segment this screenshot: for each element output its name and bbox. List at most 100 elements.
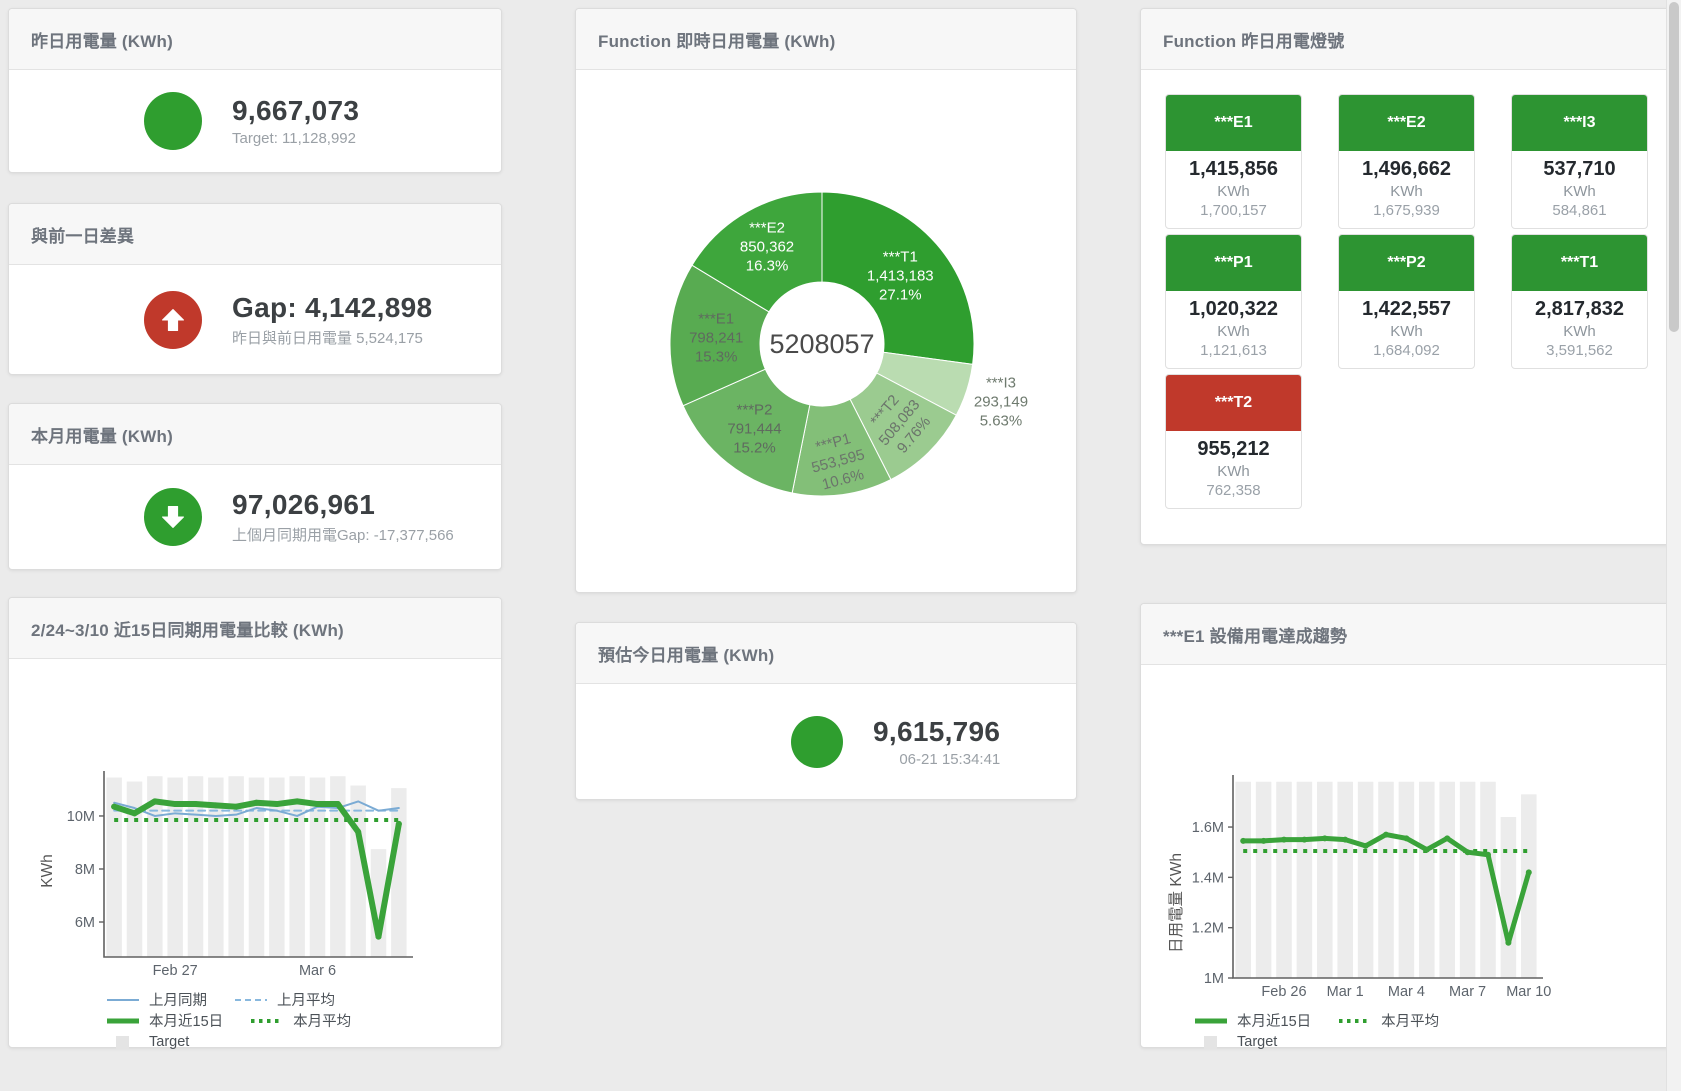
compare-line-chart[interactable]: 6M8M10MFeb 27Mar 6KWh [9, 659, 501, 984]
legend-item-Target[interactable]: Target [105, 1034, 189, 1050]
series-point[interactable] [355, 829, 361, 835]
y-tick-label: 1.6M [1192, 820, 1224, 836]
series-point[interactable] [1281, 837, 1287, 843]
tile-target-value: 1,121,613 [1170, 342, 1297, 359]
series-point[interactable] [1240, 838, 1246, 844]
series-point[interactable] [1526, 869, 1532, 875]
status-tile-T1: ***T12,817,832KWh3,591,562 [1511, 234, 1648, 369]
series-point[interactable] [213, 802, 219, 808]
series-point[interactable] [132, 810, 138, 816]
status-tile-T2: ***T2955,212KWh762,358 [1165, 374, 1302, 509]
series-point[interactable] [315, 801, 321, 807]
series-point[interactable] [193, 801, 199, 807]
card-e1-trend-chart: ***E1 設備用電達成趨勢 1M1.2M1.4M1.6MFeb 26Mar 1… [1140, 603, 1670, 1048]
vertical-scrollbar[interactable] [1666, 0, 1681, 1091]
series-point[interactable] [1261, 838, 1267, 844]
series-point[interactable] [1383, 832, 1389, 838]
series-point[interactable] [1424, 847, 1430, 853]
series-point[interactable] [111, 804, 117, 810]
legend-item-本月近15日[interactable]: 本月近15日 [1193, 1010, 1311, 1031]
day-gap-sub: 昨日與前日用電量 5,524,175 [232, 327, 432, 348]
card-header: 2/24~3/10 近15日同期用電量比較 (KWh) [9, 598, 501, 659]
legend-swatch [105, 993, 141, 1007]
legend-item-Target[interactable]: Target [1193, 1034, 1277, 1050]
y-tick-label: 1.4M [1192, 870, 1224, 886]
target-bar[interactable] [1358, 782, 1374, 978]
y-tick-label: 8M [75, 862, 95, 878]
series-point[interactable] [335, 801, 341, 807]
target-bar[interactable] [1419, 782, 1435, 978]
tile-unit: KWh [1170, 183, 1297, 200]
series-point[interactable] [1485, 852, 1491, 858]
tile-unit: KWh [1516, 183, 1643, 200]
target-bar[interactable] [1501, 817, 1517, 978]
series-point[interactable] [294, 798, 300, 804]
series-point[interactable] [172, 801, 178, 807]
tile-value: 1,415,856 [1170, 158, 1297, 181]
card-header: 本月用電量 (KWh) [9, 404, 501, 465]
x-tick-label: Mar 1 [1327, 984, 1364, 1000]
legend-item-上月平均[interactable]: 上月平均 [233, 989, 335, 1010]
series-point[interactable] [1505, 940, 1511, 946]
arrow-up-icon [158, 305, 188, 335]
legend-item-本月平均[interactable]: 本月平均 [249, 1010, 351, 1031]
series-point[interactable] [1322, 835, 1328, 841]
series-point[interactable] [1363, 843, 1369, 849]
month-usage-value: 97,026,961 [232, 489, 454, 521]
target-bar[interactable] [1297, 782, 1313, 978]
card-title: Function 即時日用電量 (KWh) [598, 27, 835, 52]
card-header: 與前一日差異 [9, 204, 501, 265]
x-tick-label: Mar 4 [1388, 984, 1425, 1000]
y-tick-label: 1M [1204, 971, 1224, 987]
status-tile-E1: ***E1 1,415,856 KWh 1,700,157 [1165, 94, 1302, 229]
scrollbar-thumb[interactable] [1669, 2, 1679, 332]
tile-unit: KWh [1170, 323, 1297, 340]
target-bar[interactable] [391, 788, 406, 957]
series-point[interactable] [254, 800, 260, 806]
legend-label: 本月近15日 [149, 1010, 223, 1031]
legend-label: 上月同期 [149, 989, 207, 1010]
series-point[interactable] [1465, 849, 1471, 855]
target-bar[interactable] [1439, 782, 1455, 978]
e1-trend-line-chart[interactable]: 1M1.2M1.4M1.6MFeb 26Mar 1Mar 4Mar 7Mar 1… [1141, 665, 1669, 1005]
status-tile-P2: ***P21,422,557KWh1,684,092 [1338, 234, 1475, 369]
tile-label: ***E1 [1166, 95, 1301, 151]
series-point[interactable] [396, 821, 402, 827]
tile-unit: KWh [1343, 323, 1470, 340]
card-day-gap: 與前一日差異 Gap: 4,142,898 昨日與前日用電量 5,524,175 [8, 203, 502, 375]
target-bar[interactable] [1378, 782, 1394, 978]
status-tile-E2: ***E21,496,662KWh1,675,939 [1338, 94, 1475, 229]
realtime-donut-chart[interactable]: ***T11,413,18327.1%***I3293,1495.63%***T… [576, 70, 1076, 592]
series-point[interactable] [274, 801, 280, 807]
y-tick-label: 1.2M [1192, 921, 1224, 937]
target-bar[interactable] [1460, 782, 1476, 978]
target-bar[interactable] [1337, 782, 1353, 978]
series-point[interactable] [1301, 837, 1307, 843]
estimate-today-timestamp: 06-21 15:34:41 [873, 751, 1000, 768]
svg-text:***I3293,1495.63%: ***I3293,1495.63% [974, 375, 1028, 430]
card-header: 昨日用電量 (KWh) [9, 9, 501, 70]
target-bar[interactable] [1235, 782, 1251, 978]
status-tiles-grid: ***E1 1,415,856 KWh 1,700,157 ***E21,496,662… [1141, 70, 1669, 509]
legend-item-本月平均[interactable]: 本月平均 [1337, 1010, 1439, 1031]
target-bar[interactable] [1399, 782, 1415, 978]
card-realtime-donut: Function 即時日用電量 (KWh) ***T11,413,18327.1… [575, 8, 1077, 593]
series-point[interactable] [1342, 837, 1348, 843]
series-point[interactable] [1444, 835, 1450, 841]
legend-item-本月近15日[interactable]: 本月近15日 [105, 1010, 223, 1031]
donut-slice-label: ***I3293,1495.63% [974, 375, 1028, 430]
series-point[interactable] [1403, 835, 1409, 841]
target-bar[interactable] [1276, 782, 1292, 978]
legend-item-上月同期[interactable]: 上月同期 [105, 989, 207, 1010]
tile-target-value: 584,861 [1516, 202, 1643, 219]
target-bar[interactable] [1317, 782, 1333, 978]
target-bar[interactable] [1256, 782, 1272, 978]
legend-label: 本月平均 [1381, 1010, 1439, 1031]
tile-target-value: 1,700,157 [1170, 202, 1297, 219]
card-title: 2/24~3/10 近15日同期用電量比較 (KWh) [31, 616, 344, 641]
series-point[interactable] [233, 804, 239, 810]
tile-value: 2,817,832 [1516, 298, 1643, 321]
series-point[interactable] [376, 934, 382, 940]
series-point[interactable] [152, 798, 158, 804]
trend-chart-legend: 本月近15日 本月平均 Target [1141, 1010, 1669, 1052]
